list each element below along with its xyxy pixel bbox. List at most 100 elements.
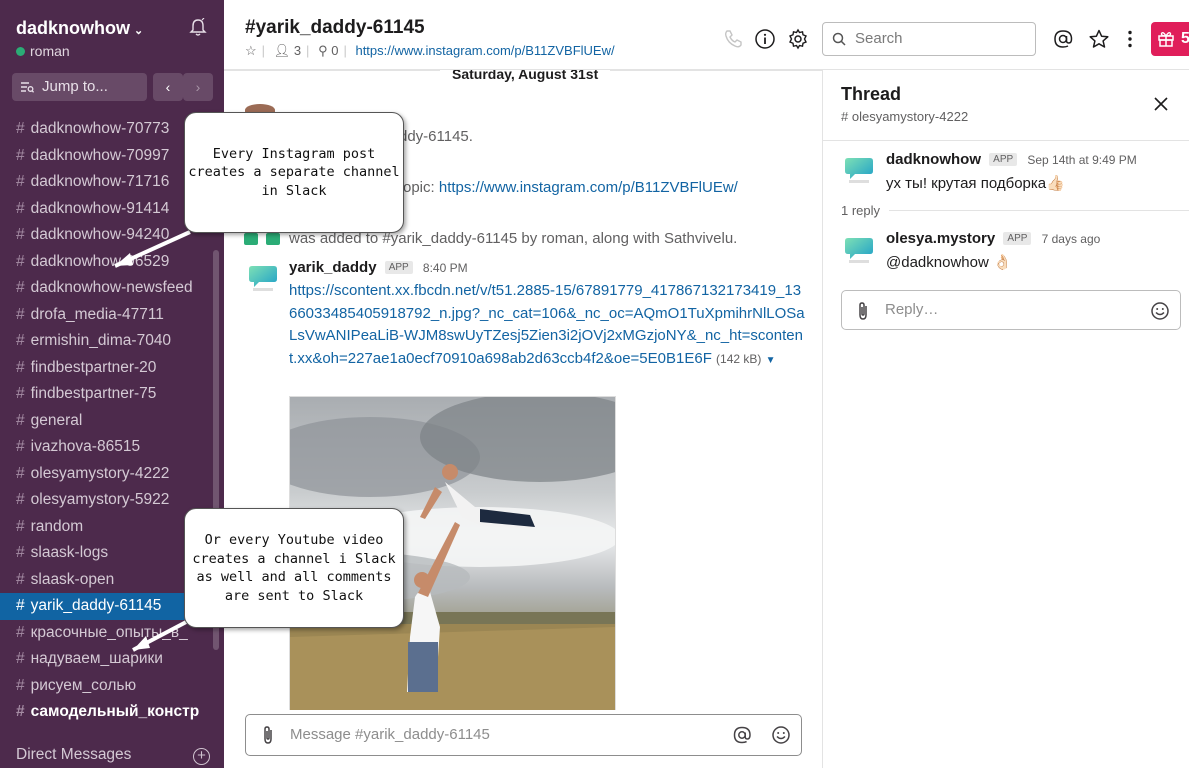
message-composer[interactable]: Message #yarik_daddy-61145: [245, 714, 802, 756]
sidebar-channel-item[interactable]: # dadknowhow-71716: [0, 169, 210, 196]
sidebar-channel-label: рисуем_солью: [30, 676, 137, 694]
thread-pane: Thread # olesyamystory-4222 dadknowhow A…: [822, 70, 1189, 768]
topic-link[interactable]: https://www.instagram.com/p/B11ZVBFlUEw/: [439, 179, 738, 196]
sidebar-channel-item[interactable]: # dadknowhow-94240: [0, 222, 210, 249]
hash-icon: #: [16, 438, 25, 455]
sidebar-channel-item[interactable]: # рисуем_солью: [0, 673, 210, 700]
hash-icon: #: [16, 146, 25, 164]
mentions-icon[interactable]: [1052, 28, 1074, 50]
gift-icon: [1158, 32, 1174, 47]
sidebar-channel-label: drofa_media-47711: [30, 305, 164, 323]
sidebar-channel-item[interactable]: # самодельный_констр: [0, 699, 210, 726]
member-avatar[interactable]: [244, 233, 258, 245]
history-forward-button[interactable]: ›: [183, 73, 213, 101]
sidebar-channel-item[interactable]: # random: [0, 514, 210, 541]
sidebar-channel-label: yarik_daddy-61145: [30, 597, 162, 614]
message-body: https://scontent.xx.fbcdn.net/v/t51.2885…: [289, 280, 809, 372]
thread-parent-author[interactable]: dadknowhow: [886, 151, 981, 168]
emoji-icon[interactable]: [771, 725, 791, 745]
mention-icon[interactable]: [732, 725, 752, 745]
sidebar-channel-label: slaask-open: [30, 570, 115, 588]
close-icon[interactable]: [1153, 96, 1169, 112]
info-icon[interactable]: [754, 28, 776, 50]
reply-input[interactable]: Reply…: [841, 290, 1181, 330]
sidebar-channel-item[interactable]: # ermishin_dima-7040: [0, 328, 210, 355]
member-count[interactable]: 3: [294, 43, 301, 58]
star-icon[interactable]: ☆: [245, 43, 257, 58]
sidebar-channel-label: findbestpartner-75: [30, 385, 157, 402]
member-avatar[interactable]: [266, 233, 280, 245]
sidebar-channel-label: dadknowhow-70997: [30, 146, 170, 164]
message-header: yarik_daddy APP 8:40 PM: [289, 259, 468, 276]
sidebar-channel-item[interactable]: # findbestpartner-75: [0, 381, 210, 408]
app-logo-icon[interactable]: [841, 232, 877, 268]
caret-down-icon[interactable]: ▼: [766, 355, 776, 366]
search-icon: [832, 32, 846, 46]
search-input[interactable]: Search: [822, 22, 1036, 56]
sidebar-channel-item[interactable]: # yarik_daddy-61145: [0, 593, 190, 620]
system-message-join: ddy-61145.: [399, 128, 473, 145]
history-back-button[interactable]: ‹: [153, 73, 183, 101]
pin-icon[interactable]: ⚲: [318, 43, 328, 58]
composer-placeholder: Message #yarik_daddy-61145: [290, 726, 490, 743]
sidebar-channel-label: самодельный_констр: [30, 703, 200, 720]
sidebar-channel-label: findbestpartner-20: [30, 358, 157, 376]
hash-icon: #: [16, 650, 25, 667]
message-author[interactable]: yarik_daddy: [289, 259, 377, 276]
thread-reply-author[interactable]: olesya.mystory: [886, 230, 995, 247]
thread-divider: [823, 140, 1189, 141]
thread-parent-time[interactable]: Sep 14th at 9:49 PM: [1027, 153, 1136, 167]
presence-dot: [16, 47, 25, 56]
paperclip-icon[interactable]: [258, 725, 278, 745]
chevron-down-icon: ⌄: [134, 25, 144, 37]
bell-icon[interactable]: [188, 18, 208, 38]
current-user[interactable]: roman: [16, 43, 70, 59]
sidebar-channel-label: ermishin_dima-7040: [30, 332, 172, 349]
sidebar-channel-item[interactable]: # findbestpartner-20: [0, 355, 210, 382]
paperclip-icon[interactable]: [853, 301, 873, 321]
thread-channel[interactable]: # olesyamystory-4222: [841, 109, 968, 124]
app-logo-icon[interactable]: [245, 260, 281, 296]
star-icon[interactable]: [1088, 28, 1110, 50]
sidebar-channel-item[interactable]: # drofa_media-47711: [0, 302, 210, 329]
sidebar-channel-item[interactable]: # general: [0, 408, 210, 435]
workspace-switcher[interactable]: dadknowhow ⌄: [16, 18, 143, 39]
sidebar-channel-label: dadknowhow-91414: [30, 199, 170, 217]
sidebar-channel-item[interactable]: # dadknowhow-96529: [0, 249, 210, 276]
sidebar-channel-item[interactable]: # dadknowhow-70997: [0, 143, 210, 170]
sidebar-channel-item[interactable]: # dadknowhow-70773: [0, 116, 210, 143]
sidebar-channel-label: olesyamystory-4222: [30, 464, 170, 482]
gift-count: 5: [1181, 30, 1189, 47]
direct-messages-header[interactable]: Direct Messages: [16, 746, 131, 764]
sidebar-channel-item[interactable]: # ivazhova-86515: [0, 434, 210, 461]
channel-list: # dadknowhow-70773 # dadknowhow-70997 # dadkn…: [0, 116, 210, 726]
sidebar-channel-item[interactable]: # красочные_опыты_в_: [0, 620, 210, 647]
jump-to-button[interactable]: Jump to...: [12, 73, 147, 101]
sidebar-channel-item[interactable]: # olesyamystory-4222: [0, 461, 210, 488]
thread-reply-time[interactable]: 7 days ago: [1042, 232, 1101, 246]
hash-icon: #: [16, 517, 25, 535]
more-vertical-icon[interactable]: [1119, 28, 1141, 50]
thread-reply-text: @dadknowhow 👌🏻: [886, 254, 1012, 271]
app-logo-icon[interactable]: [841, 152, 877, 188]
hash-icon: #: [16, 226, 25, 243]
sidebar-channel-item[interactable]: # dadknowhow-91414: [0, 196, 210, 223]
members-icon[interactable]: 👤︎: [274, 43, 291, 58]
phone-icon[interactable]: [722, 28, 744, 50]
thread-title: Thread: [841, 84, 902, 104]
pin-count[interactable]: 0: [331, 43, 338, 58]
emoji-icon[interactable]: [1150, 301, 1170, 321]
sidebar-channel-item[interactable]: # slaask-open: [0, 567, 210, 594]
date-divider[interactable]: Saturday, August 31st: [440, 70, 611, 84]
sidebar-channel-item[interactable]: # olesyamystory-5922: [0, 487, 210, 514]
channel-topic-link[interactable]: https://www.instagram.com/p/B11ZVBFlUEw/: [355, 43, 614, 58]
sidebar-channel-item[interactable]: # надуваем_шарики: [0, 646, 210, 673]
sidebar-channel-item[interactable]: # dadknowhow-newsfeed: [0, 275, 210, 302]
sidebar-channel-item[interactable]: # slaask-logs: [0, 540, 210, 567]
sidebar-channel-label: красочные_опыты_в_: [30, 623, 188, 641]
add-dm-icon[interactable]: +: [193, 748, 210, 765]
channel-title[interactable]: #yarik_daddy-61145: [245, 17, 425, 39]
whats-new-button[interactable]: 5: [1151, 22, 1189, 56]
gear-icon[interactable]: [787, 28, 809, 50]
message-time[interactable]: 8:40 PM: [423, 261, 468, 275]
